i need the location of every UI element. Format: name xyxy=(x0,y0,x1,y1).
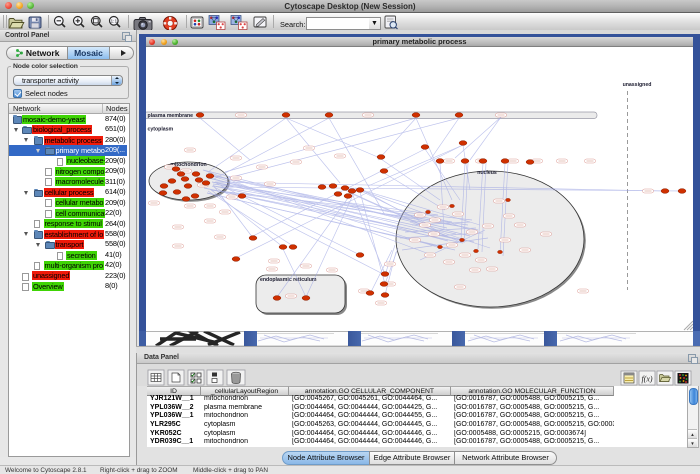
svg-text:nucleus: nucleus xyxy=(477,170,497,176)
svg-text:f(x): f(x) xyxy=(641,375,652,384)
svg-text:1:1: 1:1 xyxy=(110,19,117,25)
svg-text:unassigned: unassigned xyxy=(623,82,652,88)
svg-text:plasma membrane: plasma membrane xyxy=(148,113,194,119)
svg-text:endoplasmic reticulum: endoplasmic reticulum xyxy=(260,277,317,283)
svg-text:cytoplasm: cytoplasm xyxy=(148,127,174,133)
